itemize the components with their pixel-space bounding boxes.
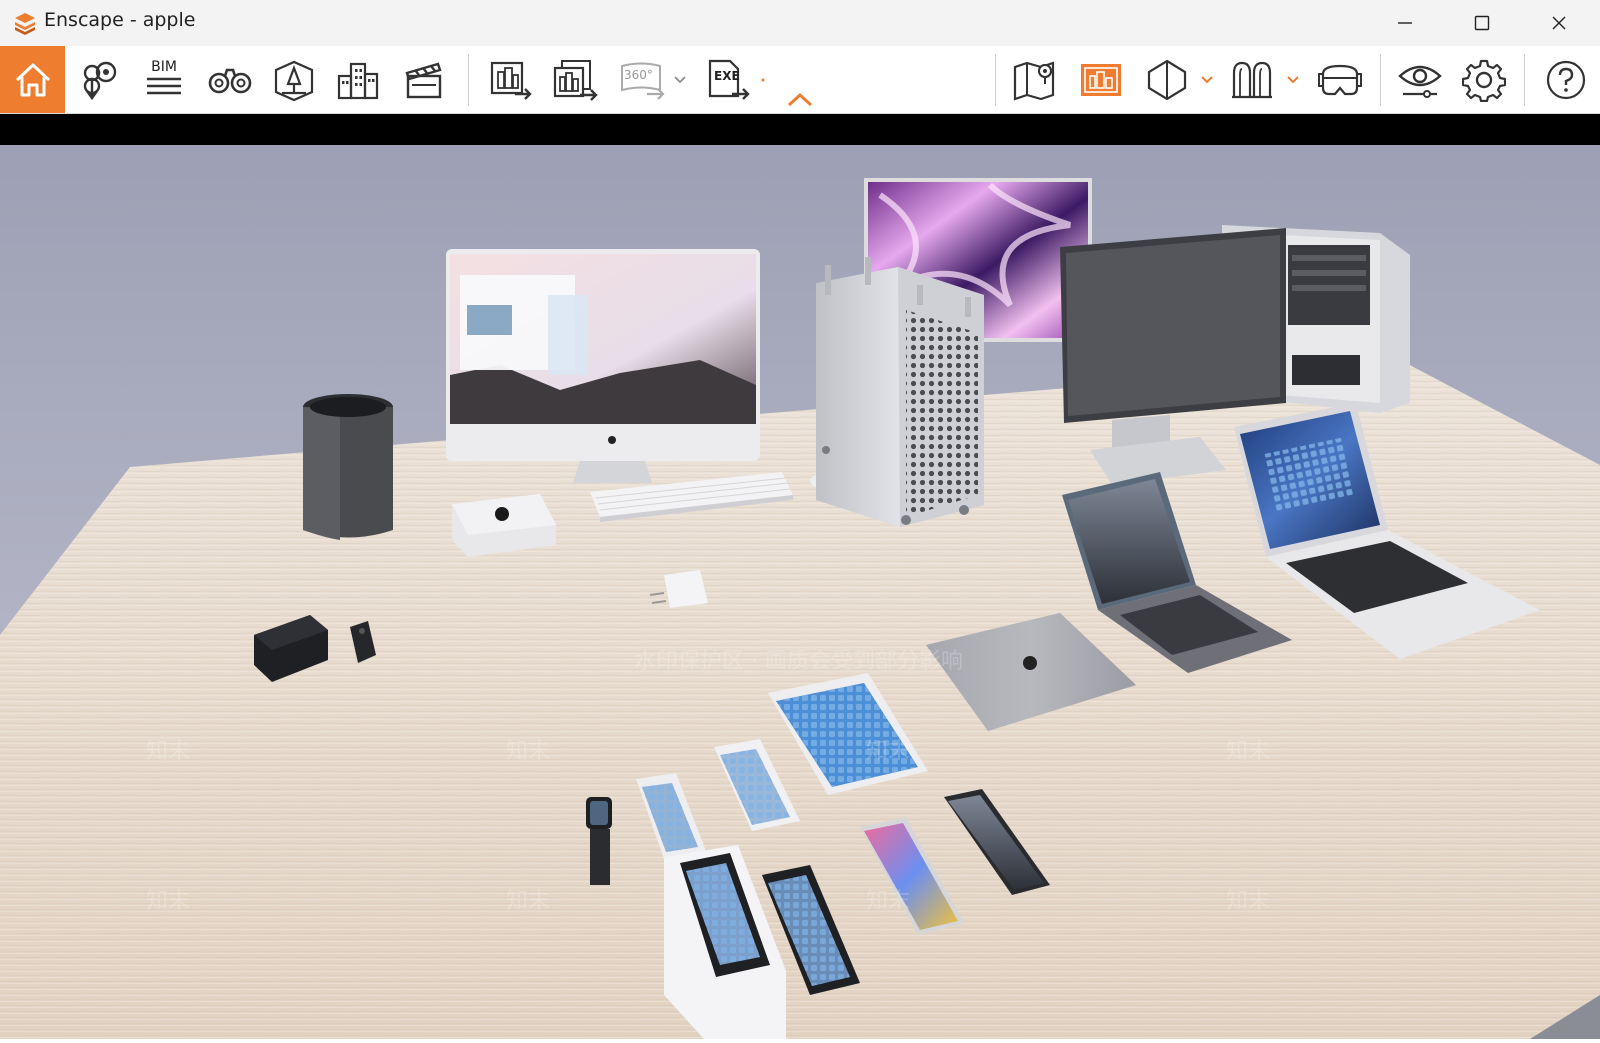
panorama-label: 360°	[624, 68, 653, 82]
export-more-dot	[758, 46, 768, 113]
exe-label: EXE	[714, 69, 740, 83]
home-button[interactable]	[0, 46, 65, 113]
render-viewport[interactable]: 水印保护区 · 画质会受到部分影响 知末 知末 知末 知末 知末 知末 知末 知…	[0, 145, 1600, 1039]
collapse-toolbar-button[interactable]	[780, 46, 820, 113]
main-toolbar: BIM 360° EXE	[0, 46, 1600, 114]
buildings-icon	[337, 62, 379, 99]
map-icon	[1013, 60, 1055, 101]
enscape-logo-icon	[12, 10, 38, 36]
chevron-down-icon	[1287, 75, 1299, 83]
maximize-button[interactable]	[1445, 0, 1519, 46]
binoculars-icon	[208, 68, 252, 93]
watermark-logo: 知末	[866, 739, 911, 764]
close-button[interactable]	[1522, 0, 1596, 46]
batch-render-button[interactable]	[546, 46, 604, 113]
collapse-chevron-icon	[787, 92, 813, 106]
section-cube-icon	[1147, 59, 1187, 100]
toolbar-divider	[1524, 54, 1525, 106]
perspective-icon	[274, 60, 314, 101]
map-button[interactable]	[1006, 46, 1064, 113]
perspective-button[interactable]	[264, 46, 324, 113]
viewport-watermark: 水印保护区 · 画质会受到部分影响	[634, 649, 963, 674]
vr-headset-icon	[1318, 64, 1362, 95]
toolbar-divider	[1380, 54, 1381, 106]
window-title: Enscape - apple	[44, 9, 196, 31]
asset-library-button[interactable]	[1072, 46, 1130, 113]
screenshot-export-icon	[490, 61, 532, 100]
watermark-logo: 知末	[1226, 739, 1271, 764]
visibility-button[interactable]	[1392, 46, 1448, 113]
views-button[interactable]	[70, 46, 130, 113]
clapperboard-icon	[405, 62, 442, 98]
views-icon	[83, 61, 117, 100]
walk-mode-button[interactable]	[200, 46, 260, 113]
minimize-button[interactable]	[1368, 0, 1442, 46]
watermark-logo: 知末	[146, 889, 191, 914]
export-exe-button[interactable]: EXE	[700, 46, 756, 113]
chevron-down-icon	[1201, 75, 1213, 83]
title-bar: Enscape - apple	[0, 0, 1600, 46]
watermark-logo: 知末	[146, 739, 191, 764]
bim-icon	[147, 77, 181, 94]
minimize-icon	[1398, 22, 1412, 24]
help-icon	[1546, 60, 1586, 99]
chevron-down-icon	[674, 75, 686, 83]
watermark-logo: 知末	[866, 889, 911, 914]
toolbar-divider	[995, 54, 996, 106]
watermark-logo: 知末	[506, 739, 551, 764]
panorama-button[interactable]: 360°	[614, 46, 670, 113]
batch-render-export-icon	[553, 59, 598, 101]
scene-render	[0, 145, 1600, 1039]
bim-button[interactable]: BIM	[134, 46, 194, 113]
watermark-logo: 知末	[506, 889, 551, 914]
bim-label: BIM	[151, 58, 177, 75]
maximize-icon	[1474, 15, 1490, 31]
close-icon	[1552, 16, 1566, 30]
video-editor-button[interactable]	[394, 46, 454, 113]
panorama-dropdown[interactable]	[670, 46, 690, 113]
buildings-button[interactable]	[328, 46, 388, 113]
vr-button[interactable]	[1310, 46, 1370, 113]
help-button[interactable]	[1536, 46, 1596, 113]
watermark-logo: 知末	[1226, 889, 1271, 914]
render-screenshot-button[interactable]	[482, 46, 540, 113]
section-dropdown[interactable]	[1198, 46, 1216, 113]
asset-library-icon	[1081, 63, 1121, 96]
material-dropdown[interactable]	[1284, 46, 1302, 113]
visibility-icon	[1398, 65, 1442, 98]
section-button[interactable]	[1142, 46, 1192, 113]
settings-button[interactable]	[1456, 46, 1512, 113]
material-icon	[1232, 61, 1272, 98]
home-icon	[15, 63, 50, 96]
material-button[interactable]	[1226, 46, 1278, 113]
settings-icon	[1462, 59, 1506, 102]
viewport-letterbox	[0, 114, 1600, 145]
toolbar-divider	[468, 54, 469, 106]
